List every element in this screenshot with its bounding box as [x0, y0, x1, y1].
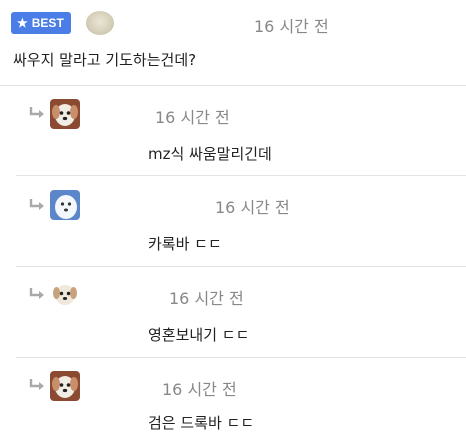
reply-text: mz식 싸움말리긴데: [148, 145, 272, 163]
best-badge-label: BEST: [31, 16, 64, 30]
reply-arrow-icon: [29, 379, 44, 390]
comment-text: 싸우지 말라고 기도하는건데?: [13, 51, 197, 69]
reply-time: 16 시간 전: [155, 108, 230, 127]
reply-time: 16 시간 전: [215, 198, 290, 217]
reply-time: 16 시간 전: [162, 380, 237, 399]
reply-text: 영혼보내기 ㄷㄷ: [148, 326, 250, 344]
puppy-avatar[interactable]: [50, 279, 80, 309]
comment-time: 16 시간 전: [254, 17, 329, 36]
reply-arrow-icon: [29, 199, 44, 210]
puppy-avatar[interactable]: [50, 371, 80, 401]
reply-item: 16 시간 전 mz식 싸움말리긴데: [0, 86, 466, 176]
star-icon: ★: [17, 16, 28, 30]
reply-arrow-icon: [29, 288, 44, 299]
reply-arrow-icon: [29, 107, 44, 118]
reply-text: 카록바 ㄷㄷ: [148, 235, 222, 253]
blue-dog-avatar[interactable]: [50, 190, 80, 220]
reply-item: 16 시간 전 영혼보내기 ㄷㄷ: [0, 267, 466, 358]
reply-time: 16 시간 전: [169, 289, 244, 308]
reply-item: 16 시간 전 카록바 ㄷㄷ: [0, 176, 466, 267]
reply-item: 16 시간 전 검은 드록바 ㄷㄷ: [0, 358, 466, 443]
avatar[interactable]: [86, 11, 114, 35]
best-badge: ★ BEST: [11, 12, 71, 34]
puppy-avatar[interactable]: [50, 99, 80, 129]
best-comment: ★ BEST 16 시간 전 싸우지 말라고 기도하는건데?: [0, 0, 466, 86]
reply-text: 검은 드록바 ㄷㄷ: [148, 414, 255, 432]
